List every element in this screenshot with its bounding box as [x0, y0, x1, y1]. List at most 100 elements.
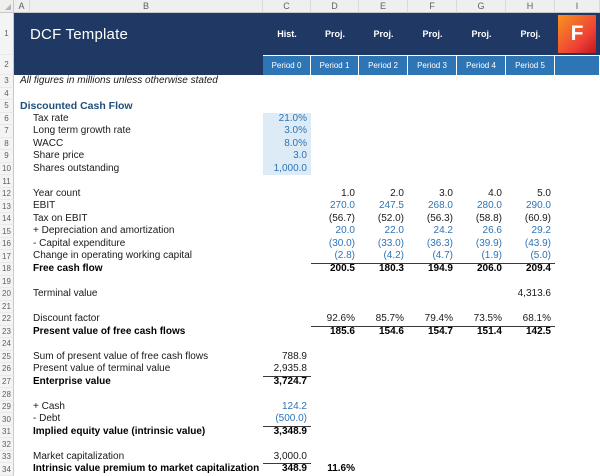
column-header-G[interactable]: G [457, 0, 506, 13]
row-header-10[interactable]: 10 [0, 163, 14, 176]
row-25-label[interactable]: Sum of present value of free cash flows [33, 351, 208, 364]
row-20-label[interactable]: Terminal value [33, 288, 97, 301]
column-header-E[interactable]: E [359, 0, 408, 13]
row-header-6[interactable]: 6 [0, 113, 14, 126]
cell-D18[interactable]: 200.5 [311, 263, 359, 276]
cell-F14[interactable]: (56.3) [408, 213, 457, 226]
cell-E22[interactable]: 85.7% [359, 313, 408, 326]
row-header-24[interactable]: 24 [0, 338, 14, 351]
row-header-11[interactable]: 11 [0, 175, 14, 188]
cell-C31[interactable]: 3,348.9 [263, 426, 311, 439]
column-header-H[interactable]: H [506, 0, 555, 13]
cell-D22[interactable]: 92.6% [311, 313, 359, 326]
row-header-21[interactable]: 21 [0, 301, 14, 314]
cell-D13[interactable]: 270.0 [311, 200, 359, 213]
row-header-27[interactable]: 27 [0, 376, 14, 389]
cell-H17[interactable]: (5.0) [506, 250, 555, 263]
cell-C8[interactable]: 8.0% [263, 138, 311, 151]
row-27-label[interactable]: Enterprise value [33, 376, 111, 389]
row-header-22[interactable]: 22 [0, 313, 14, 326]
row-header-3[interactable]: 3 [0, 75, 14, 88]
select-all-corner[interactable] [0, 0, 14, 13]
cell-C25[interactable]: 788.9 [263, 351, 311, 364]
cell-E12[interactable]: 2.0 [359, 188, 408, 201]
row-header-34[interactable]: 34 [0, 463, 14, 476]
column-header-B[interactable]: B [30, 0, 263, 13]
row-30-label[interactable]: - Debt [33, 413, 60, 426]
row-header-23[interactable]: 23 [0, 326, 14, 339]
row-5-label[interactable]: Discounted Cash Flow [20, 100, 133, 113]
row-header-13[interactable]: 13 [0, 200, 14, 213]
cell-D17[interactable]: (2.8) [311, 250, 359, 263]
cell-E14[interactable]: (52.0) [359, 213, 408, 226]
cell-D14[interactable]: (56.7) [311, 213, 359, 226]
cell-G17[interactable]: (1.9) [457, 250, 506, 263]
row-10-label[interactable]: Shares outstanding [33, 163, 119, 176]
row-6-label[interactable]: Tax rate [33, 113, 69, 126]
cell-C34[interactable]: 348.9 [263, 463, 311, 476]
row-header-29[interactable]: 29 [0, 401, 14, 414]
row-header-18[interactable]: 18 [0, 263, 14, 276]
row-26-label[interactable]: Present value of terminal value [33, 363, 170, 376]
row-header-16[interactable]: 16 [0, 238, 14, 251]
row-34-label[interactable]: Intrinsic value premium to market capita… [33, 463, 259, 476]
row-header-20[interactable]: 20 [0, 288, 14, 301]
cell-F16[interactable]: (36.3) [408, 238, 457, 251]
cell-H23[interactable]: 142.5 [506, 326, 555, 339]
cell-G18[interactable]: 206.0 [457, 263, 506, 276]
cell-D23[interactable]: 185.6 [311, 326, 359, 339]
cell-C26[interactable]: 2,935.8 [263, 363, 311, 376]
cell-G14[interactable]: (58.8) [457, 213, 506, 226]
row-18-label[interactable]: Free cash flow [33, 263, 102, 276]
row-12-label[interactable]: Year count [33, 188, 80, 201]
row-header-32[interactable]: 32 [0, 438, 14, 451]
cell-G13[interactable]: 280.0 [457, 200, 506, 213]
cell-H22[interactable]: 68.1% [506, 313, 555, 326]
cell-H13[interactable]: 290.0 [506, 200, 555, 213]
row-22-label[interactable]: Discount factor [33, 313, 100, 326]
row-header-9[interactable]: 9 [0, 150, 14, 163]
row-13-label[interactable]: EBIT [33, 200, 55, 213]
row-header-33[interactable]: 33 [0, 451, 14, 464]
column-header-I[interactable]: I [555, 0, 600, 13]
cell-H16[interactable]: (43.9) [506, 238, 555, 251]
cell-C6[interactable]: 21.0% [263, 113, 311, 126]
row-23-label[interactable]: Present value of free cash flows [33, 326, 185, 339]
cell-F13[interactable]: 268.0 [408, 200, 457, 213]
column-header-F[interactable]: F [408, 0, 457, 13]
cell-G12[interactable]: 4.0 [457, 188, 506, 201]
cell-G15[interactable]: 26.6 [457, 225, 506, 238]
cell-F15[interactable]: 24.2 [408, 225, 457, 238]
cell-D16[interactable]: (30.0) [311, 238, 359, 251]
row-17-label[interactable]: Change in operating working capital [33, 250, 192, 263]
row-header-4[interactable]: 4 [0, 88, 14, 101]
column-header-C[interactable]: C [263, 0, 311, 13]
row-14-label[interactable]: Tax on EBIT [33, 213, 87, 226]
cell-F18[interactable]: 194.9 [408, 263, 457, 276]
row-16-label[interactable]: - Capital expenditure [33, 238, 125, 251]
row-header-8[interactable]: 8 [0, 138, 14, 151]
cell-H15[interactable]: 29.2 [506, 225, 555, 238]
row-9-label[interactable]: Share price [33, 150, 84, 163]
cell-C29[interactable]: 124.2 [263, 401, 311, 414]
column-header-D[interactable]: D [311, 0, 359, 13]
cell-F12[interactable]: 3.0 [408, 188, 457, 201]
row-31-label[interactable]: Implied equity value (intrinsic value) [33, 426, 205, 439]
cell-D34[interactable]: 11.6% [311, 463, 359, 476]
row-header-2[interactable]: 2 [0, 55, 14, 75]
row-29-label[interactable]: + Cash [33, 401, 65, 414]
row-15-label[interactable]: + Depreciation and amortization [33, 225, 174, 238]
row-8-label[interactable]: WACC [33, 138, 63, 151]
cell-H18[interactable]: 209.4 [506, 263, 555, 276]
cell-G23[interactable]: 151.4 [457, 326, 506, 339]
row-header-15[interactable]: 15 [0, 225, 14, 238]
cell-H12[interactable]: 5.0 [506, 188, 555, 201]
cell-E15[interactable]: 22.0 [359, 225, 408, 238]
cell-F22[interactable]: 79.4% [408, 313, 457, 326]
row-header-25[interactable]: 25 [0, 351, 14, 364]
row-header-19[interactable]: 19 [0, 276, 14, 289]
row-header-1[interactable]: 1 [0, 13, 14, 55]
cell-E18[interactable]: 180.3 [359, 263, 408, 276]
row-header-17[interactable]: 17 [0, 250, 14, 263]
cell-H14[interactable]: (60.9) [506, 213, 555, 226]
